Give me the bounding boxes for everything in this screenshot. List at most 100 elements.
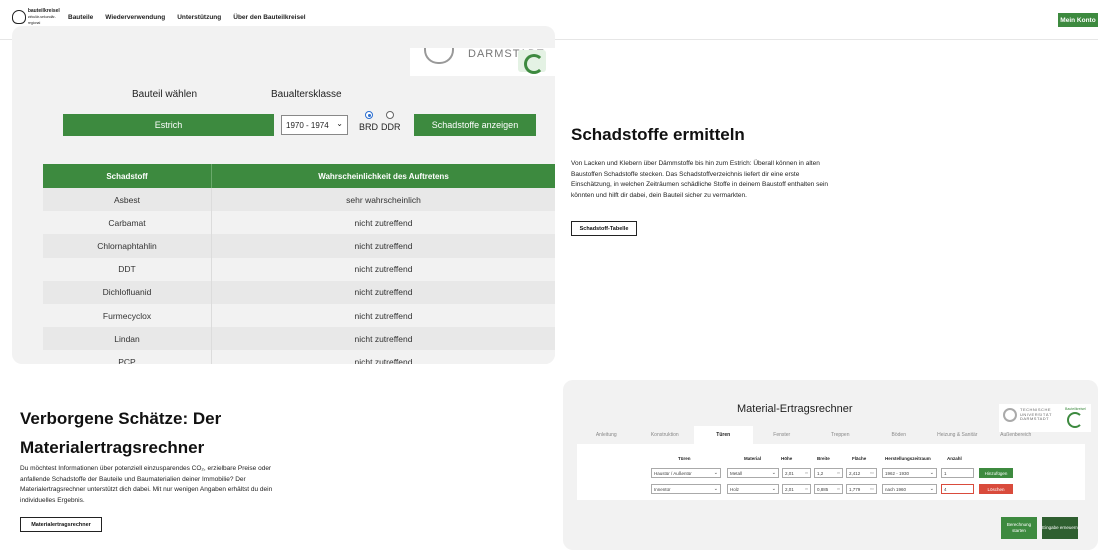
cell-wahrscheinlichkeit: sehr wahrscheinlich [346,194,421,205]
cell-schadstoff: PCP [43,350,212,364]
column-header-wahrscheinlichkeit: Wahrscheinlichkeit des Auftretens [318,171,449,181]
table-row: Chlornaphtahlin nicht zutreffend [43,234,555,258]
zeitraum-select[interactable]: 1962 - 1930 ⌄ [882,468,937,478]
tab-boeden[interactable]: Böden [870,426,929,444]
schadstoff-table: Schadstoff Wahrscheinlichkeit des Auftre… [43,164,555,364]
nav-link-unterstuetzung[interactable]: Unterstützung [177,14,221,21]
form-header-material: Material [744,456,762,461]
bauteilkreisel-badge-icon [518,50,546,74]
chevron-down-icon: ⌄ [771,486,776,492]
tab-anleitung[interactable]: Anleitung [577,426,636,444]
baualtersklasse-label: Baualtersklasse [271,89,342,100]
tu-emblem-icon [1003,408,1017,422]
schadstoff-tabelle-button[interactable]: Schadstoff-Tabelle [571,221,637,236]
material-select[interactable]: Metall ⌄ [727,468,779,478]
logo-icon [12,10,26,24]
tu-logo-line: DARMSTADT [1020,416,1050,421]
anzahl-input[interactable]: 4 [941,484,974,494]
form-header-flaeche: Fläche [852,456,867,461]
chevron-down-icon: ⌄ [929,486,934,492]
column-header-schadstoff: Schadstoff [43,164,212,188]
cell-wahrscheinlichkeit: nicht zutreffend [354,287,413,298]
table-row: Carbamat nicht zutreffend [43,211,555,235]
year-select[interactable]: 1970 - 1974 ⌄ [281,115,348,135]
cell-schadstoff: Furmecyclox [43,303,212,328]
table-row: DDT nicht zutreffend [43,257,555,281]
zeitraum-select[interactable]: nach 1960 ⌄ [882,484,937,494]
section-heading-schadstoffe: Schadstoffe ermitteln [571,125,745,144]
radio-brd-label: BRD [359,122,379,132]
form-header-breite: Breite [817,456,830,461]
radio-brd[interactable] [365,111,373,119]
chevron-down-icon: ⌄ [771,470,776,476]
breite-input[interactable]: 0,885 m [814,484,843,494]
chevron-down-icon: ⌄ [713,470,718,476]
section-heading-materialertragsrechner: Verborgene Schätze: Der Materialertragsr… [20,409,222,457]
eingabe-erneuern-button[interactable]: Eingabe erneuern [1042,517,1078,539]
cell-schadstoff: Chlornaphtahlin [43,234,212,258]
tu-emblem-icon [424,48,454,64]
tuer-select[interactable]: Haustür / Außentür ⌄ [651,468,721,478]
table-row: Furmecyclox nicht zutreffend [43,303,555,328]
nav-links: Bauteile Wiederverwendung Unterstützung … [68,14,306,29]
cell-wahrscheinlichkeit: nicht zutreffend [354,310,413,321]
tuer-select[interactable]: Innentür ⌄ [651,484,721,494]
tab-konstruktion[interactable]: Konstruktion [636,426,695,444]
tab-treppen[interactable]: Treppen [811,426,870,444]
flaeche-input[interactable]: 1,779 m² [846,484,877,494]
tu-darmstadt-logo: DARMSTADT [410,48,555,76]
rechner-preview-card: Material-Ertragsrechner TECHNISCHE UNIVE… [563,380,1098,550]
tab-heizung-sanitaer[interactable]: Heizung & Sanitär [928,426,987,444]
form-header-anzahl: Anzahl [947,456,962,461]
table-row: PCP nicht zutreffend [43,350,555,364]
section-text-schadstoffe: Von Lacken und Klebern über Dämmstoffe b… [571,160,829,199]
chevron-down-icon: ⌄ [929,470,934,476]
cell-schadstoff: Asbest [43,188,212,212]
tab-aussenbereich[interactable]: Außenbereich [987,426,1046,444]
tab-tueren[interactable]: Türen [694,426,753,444]
cell-schadstoff: Carbamat [43,211,212,235]
cell-wahrscheinlichkeit: nicht zutreffend [354,240,413,251]
delete-row-button[interactable]: Löschen [979,484,1013,494]
chevron-down-icon: ⌄ [336,119,343,128]
cell-wahrscheinlichkeit: nicht zutreffend [354,333,413,344]
radio-ddr-label: DDR [381,122,401,132]
table-row: Dichlofluanid nicht zutreffend [43,280,555,304]
berechnung-starten-button[interactable]: Berechnung starten [1001,517,1037,539]
tueren-form: Türen Material Höhe Breite Fläche Herste… [577,444,1085,500]
nav-link-wiederverwendung[interactable]: Wiederverwendung [105,14,165,29]
form-header-herstellungszeitraum: Herstellungszeitraum [885,456,931,461]
cell-schadstoff: Lindan [43,327,212,351]
bauteil-label: Bauteil wählen [132,89,198,100]
hoehe-input[interactable]: 2,01 m [782,484,811,494]
table-body: Asbest sehr wahrscheinlich Carbamat nicht … [43,188,555,364]
bauteil-select-button[interactable]: Estrich [63,114,274,136]
hoehe-input[interactable]: 2,01 m [782,468,811,478]
nav-link-bauteile[interactable]: Bauteile [68,14,93,21]
material-select[interactable]: Holz ⌄ [727,484,779,494]
anzahl-input[interactable]: 1 [941,468,974,478]
table-row: Lindan nicht zutreffend [43,327,555,351]
radio-ddr[interactable] [386,111,394,119]
account-button[interactable]: Mein Konto [1058,13,1098,27]
cell-schadstoff: Dichlofluanid [43,280,212,304]
materialertragsrechner-button[interactable]: Materialertragsrechner [20,517,102,532]
flaeche-input[interactable]: 2,412 m² [846,468,877,478]
form-header-tueren: Türen [678,456,691,461]
bauteilkreisel-logo[interactable]: bauteilkreisel zirkulär-sekundär-regiona… [12,8,62,26]
breite-input[interactable]: 1,2 m [814,468,843,478]
table-header: Schadstoff Wahrscheinlichkeit des Auftre… [43,164,555,188]
tab-fenster[interactable]: Fenster [753,426,812,444]
schadstoff-widget-card: DARMSTADT Bauteil wählen Baualtersklasse… [12,26,555,364]
cell-wahrscheinlichkeit: nicht zutreffend [354,356,413,364]
add-row-button[interactable]: Hinzufügen [979,468,1013,478]
cell-schadstoff: DDT [43,257,212,281]
show-schadstoffe-button[interactable]: Schadstoffe anzeigen [414,114,536,136]
form-header-hoehe: Höhe [781,456,793,461]
year-select-value: 1970 - 1974 [286,120,329,130]
nav-link-ueber[interactable]: Über den Bauteilkreisel [233,14,305,21]
chevron-down-icon: ⌄ [713,486,718,492]
section-text-materialertragsrechner: Du möchtest Informationen über potenziel… [20,465,273,504]
bauteilkreisel-badge-icon: Bauteilkreisel [1063,406,1087,428]
table-row: Asbest sehr wahrscheinlich [43,188,555,212]
